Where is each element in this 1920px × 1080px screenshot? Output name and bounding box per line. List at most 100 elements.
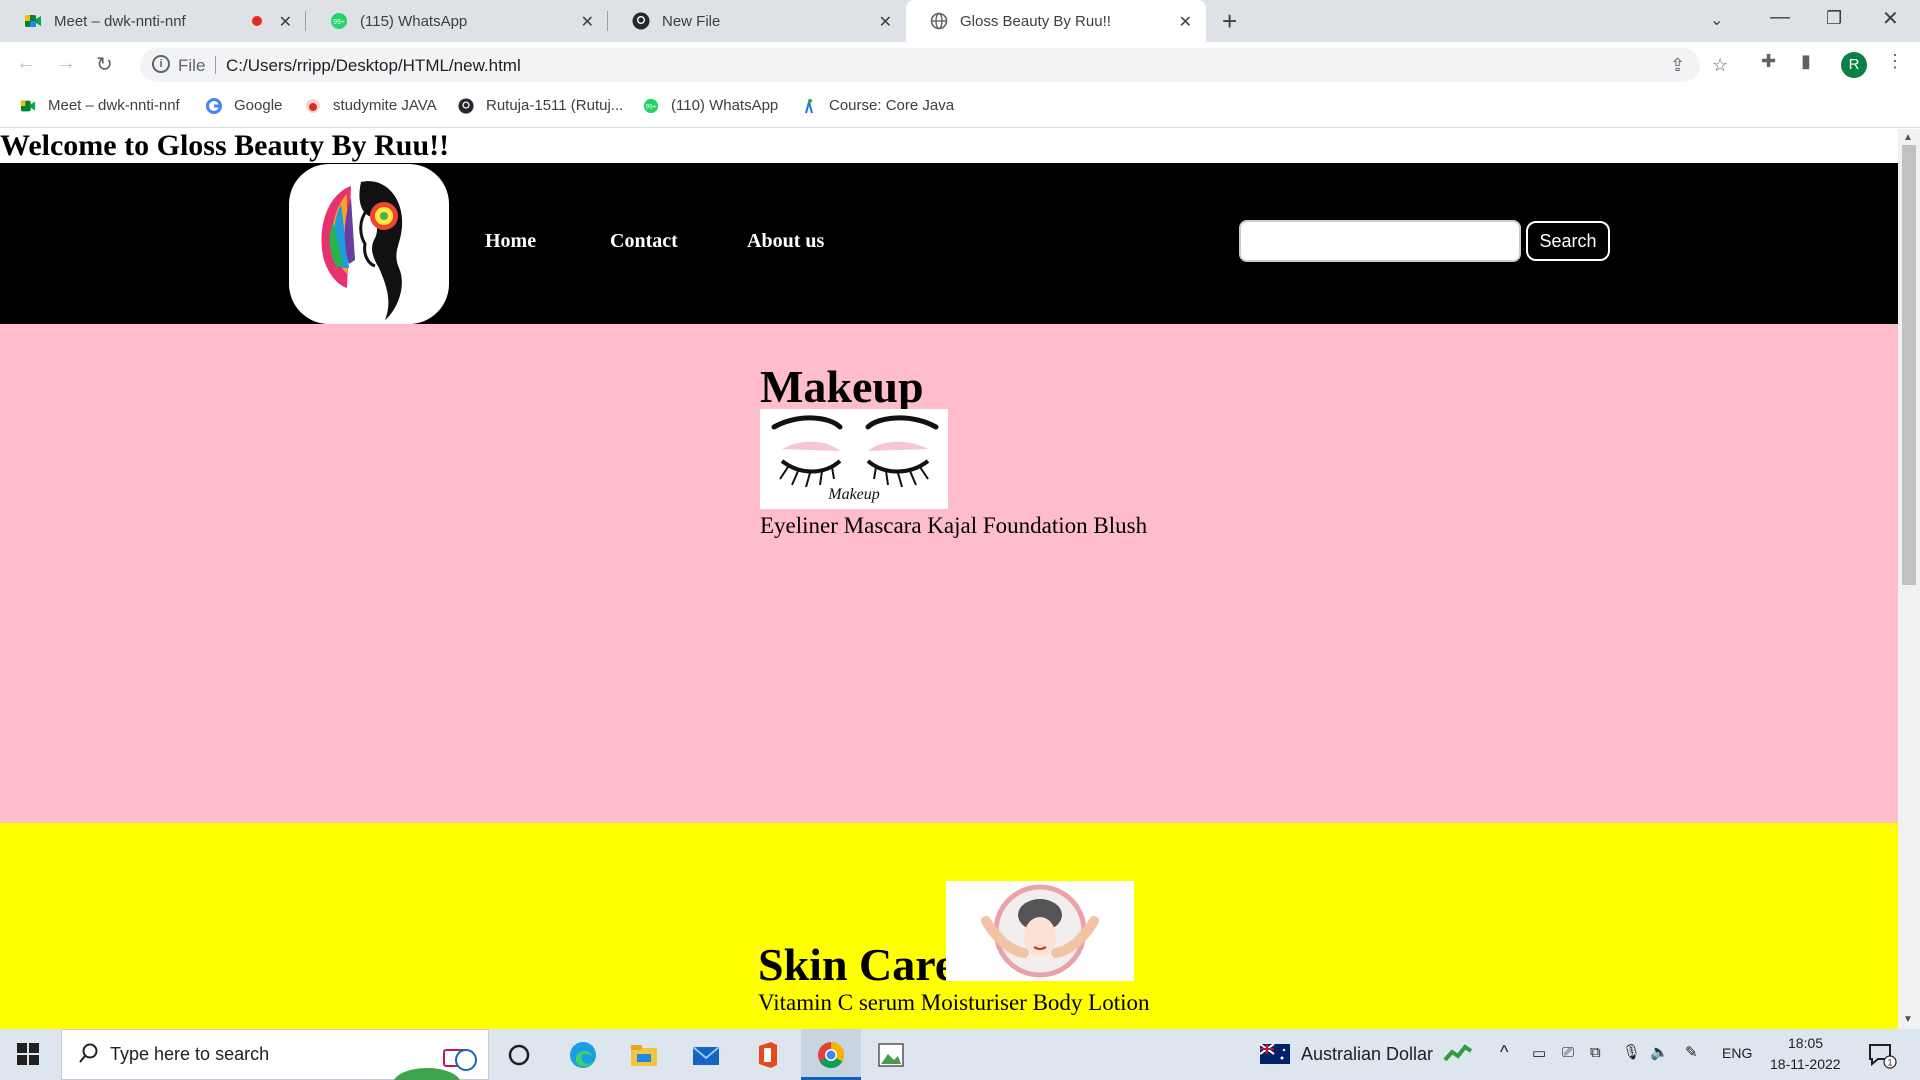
- close-tab-icon[interactable]: ✕: [279, 12, 292, 32]
- mail-icon[interactable]: [691, 1040, 721, 1070]
- chrome-taskbar-button[interactable]: [801, 1029, 861, 1080]
- site-info-icon[interactable]: i: [152, 55, 170, 73]
- makeup-products-text: Eyeliner Mascara Kajal Foundation Blush: [760, 513, 1148, 538]
- github-icon: [632, 12, 650, 30]
- meet-now-icon[interactable]: ⧉: [1590, 1044, 1601, 1061]
- bookmark-course[interactable]: Course: Core Java: [801, 97, 954, 114]
- edge-browser-icon[interactable]: [568, 1040, 598, 1070]
- notification-count: 1: [1887, 1058, 1892, 1068]
- bookmark-whatsapp[interactable]: 99+ (110) WhatsApp: [643, 97, 778, 114]
- new-tab-button[interactable]: +: [1222, 6, 1237, 37]
- page-scrollbar[interactable]: ▲ ▼: [1898, 129, 1920, 1029]
- taskbar-search-placeholder: Type here to search: [110, 1044, 270, 1064]
- makeup-section: Makeup Makeup Eyeliner Mascara Kajal Fou…: [0, 324, 1898, 823]
- back-icon[interactable]: ←: [16, 52, 36, 75]
- tab-new-file[interactable]: New File ✕: [608, 0, 906, 42]
- volume-icon[interactable]: 🔈: [1650, 1043, 1669, 1061]
- forward-icon[interactable]: →: [56, 52, 76, 75]
- bookmark-label: (110) WhatsApp: [671, 97, 779, 114]
- extensions-icon[interactable]: ✚: [1761, 51, 1776, 72]
- battery-icon[interactable]: ▭: [1532, 1044, 1546, 1062]
- cortana-icon[interactable]: [505, 1041, 535, 1071]
- share-icon[interactable]: ⇪: [1670, 55, 1685, 76]
- office-icon[interactable]: [753, 1040, 783, 1070]
- scroll-down-arrow-icon[interactable]: ▼: [1903, 1014, 1913, 1025]
- close-tab-icon[interactable]: ✕: [581, 12, 594, 32]
- skincare-face-image: [946, 881, 1134, 981]
- tab-meet[interactable]: Meet – dwk-nnti-nnf ✕: [0, 0, 306, 42]
- profile-avatar[interactable]: R: [1841, 52, 1867, 78]
- chrome-icon: [816, 1040, 846, 1070]
- bookmark-meet[interactable]: Meet – dwk-nnti-nnf: [20, 97, 180, 114]
- menu-icon[interactable]: ⋮: [1886, 51, 1904, 72]
- close-tab-icon[interactable]: ✕: [879, 12, 892, 32]
- nav-about-link[interactable]: About us: [747, 230, 824, 253]
- google-meet-icon: [24, 12, 42, 30]
- nav-contact-link[interactable]: Contact: [610, 230, 678, 253]
- search-input[interactable]: [1239, 220, 1521, 262]
- tab-strip: Meet – dwk-nnti-nnf ✕ 99+ (115) WhatsApp…: [0, 0, 1920, 42]
- clock-date[interactable]: 18-11-2022: [1770, 1056, 1841, 1072]
- skincare-products-text: Vitamin C serum Moisturiser Body Lotion: [758, 990, 1150, 1015]
- svg-text:99+: 99+: [646, 103, 657, 110]
- tab-title: Meet – dwk-nnti-nnf: [54, 12, 186, 30]
- github-icon: [458, 97, 474, 114]
- nav-home-link[interactable]: Home: [485, 230, 536, 253]
- notifications-icon[interactable]: 1: [1868, 1043, 1898, 1074]
- taskbar-search-box[interactable]: Type here to search: [61, 1029, 489, 1080]
- close-tab-icon[interactable]: ✕: [1179, 12, 1192, 32]
- reload-icon[interactable]: ↻: [96, 52, 113, 77]
- language-indicator[interactable]: ENG: [1722, 1045, 1752, 1061]
- bookmark-github[interactable]: Rutuja-1511 (Rutuj...: [458, 97, 623, 114]
- bookmark-label: Meet – dwk-nnti-nnf: [48, 97, 180, 114]
- clock-time[interactable]: 18:05: [1788, 1035, 1823, 1051]
- globe-icon: [930, 12, 948, 30]
- close-window-button[interactable]: ✕: [1882, 6, 1899, 31]
- scroll-thumb[interactable]: [1902, 145, 1916, 585]
- site-navbar: Home Contact About us Search: [0, 163, 1898, 324]
- whatsapp-icon: 99+: [330, 12, 348, 30]
- bookmark-label: Rutuja-1511 (Rutuj...: [486, 97, 624, 114]
- url-text[interactable]: C:/Users/rripp/Desktop/HTML/new.html: [226, 56, 521, 76]
- page-viewport: Welcome to Gloss Beauty By Ruu!! Home Co…: [0, 129, 1898, 1029]
- flower-petals-icon: [321, 186, 355, 288]
- bookmark-google[interactable]: Google: [206, 97, 282, 114]
- stock-chart-icon: [1443, 1042, 1473, 1069]
- tab-gloss-beauty[interactable]: Gloss Beauty By Ruu!! ✕: [906, 0, 1206, 42]
- browser-toolbar: ← → ↻ i File C:/Users/rripp/Desktop/HTML…: [0, 42, 1920, 88]
- search-icon: [78, 1042, 100, 1069]
- file-explorer-icon[interactable]: [629, 1040, 659, 1070]
- show-hidden-icons-icon[interactable]: ^: [1500, 1042, 1508, 1063]
- tab-search-icon[interactable]: ⌄: [1710, 10, 1723, 30]
- brand-logo[interactable]: [289, 164, 449, 324]
- tab-whatsapp[interactable]: 99+ (115) WhatsApp ✕: [306, 0, 608, 42]
- skincare-heading: Skin Care: [758, 939, 956, 990]
- star-icon[interactable]: ☆: [1712, 55, 1728, 76]
- australia-flag-icon: [1259, 1043, 1290, 1069]
- makeup-eyelashes-image: Makeup: [760, 409, 948, 509]
- search-button[interactable]: Search: [1526, 221, 1610, 261]
- minimize-button[interactable]: —: [1770, 6, 1790, 29]
- windows-start-icon[interactable]: [16, 1042, 46, 1072]
- microphone-icon[interactable]: 🎙: [1622, 1043, 1641, 1061]
- course-icon: [801, 97, 817, 114]
- image-viewer-icon[interactable]: [876, 1040, 906, 1070]
- scroll-up-arrow-icon[interactable]: ▲: [1903, 132, 1913, 143]
- search-highlight-icon: [392, 1038, 482, 1080]
- currency-widget-label[interactable]: Australian Dollar: [1301, 1044, 1433, 1065]
- bookmark-studymite[interactable]: studymite JAVA: [305, 97, 437, 114]
- svg-text:99+: 99+: [333, 19, 345, 26]
- address-bar[interactable]: i File C:/Users/rripp/Desktop/HTML/new.h…: [140, 48, 1728, 82]
- welcome-heading: Welcome to Gloss Beauty By Ruu!!: [0, 129, 450, 162]
- makeup-image-caption: Makeup: [827, 486, 880, 503]
- pen-icon[interactable]: ✎: [1685, 1043, 1698, 1061]
- side-panel-icon[interactable]: ▮: [1801, 51, 1811, 72]
- device-icon[interactable]: ⎚: [1562, 1044, 1574, 1061]
- recording-icon: [250, 14, 264, 28]
- bookmark-label: studymite JAVA: [333, 97, 437, 114]
- makeup-heading: Makeup: [760, 361, 924, 412]
- restore-button[interactable]: ❐: [1826, 8, 1842, 29]
- tab-title: (115) WhatsApp: [360, 12, 468, 30]
- scheme-label: File: [178, 56, 206, 75]
- windows-taskbar: Type here to search Australian Dollar ^ …: [0, 1029, 1920, 1080]
